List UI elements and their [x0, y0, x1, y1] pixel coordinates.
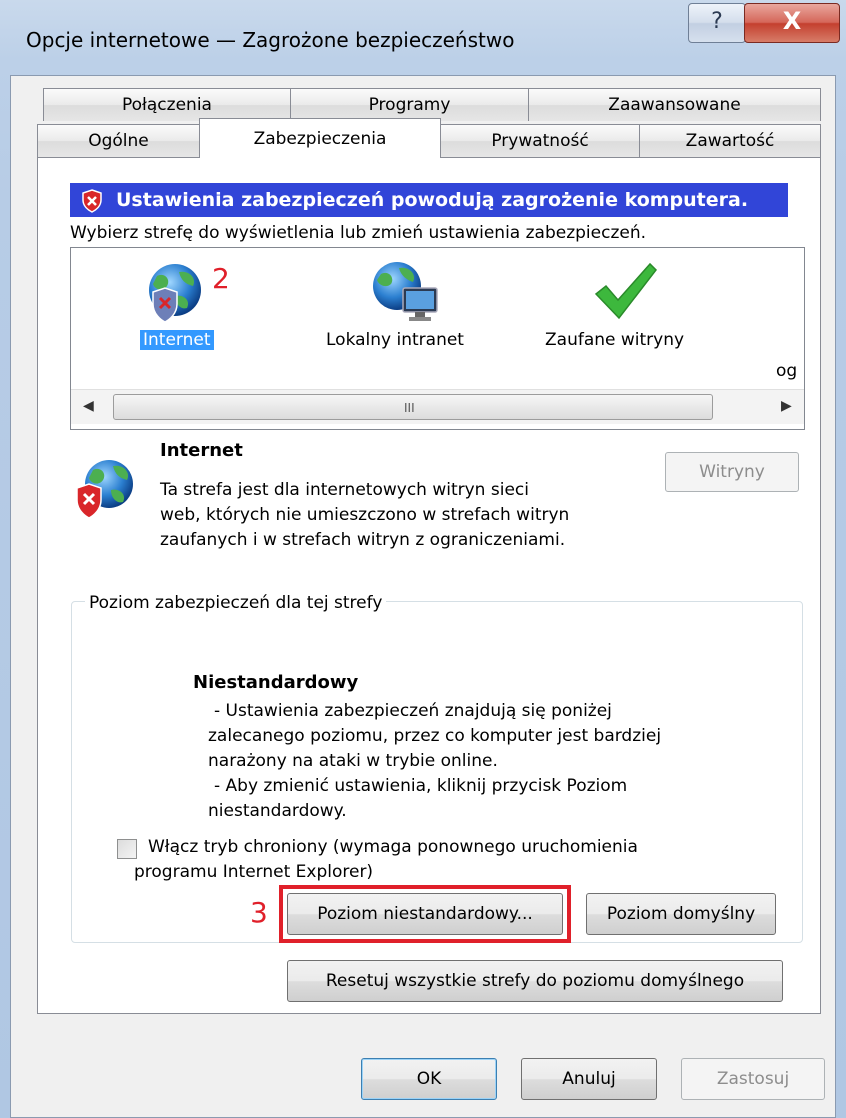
security-level-group-label: Poziom zabezpieczeń dla tej strefy: [85, 593, 387, 613]
zone-description-line-1: Ta strefa jest dla internetowych witryn …: [160, 480, 529, 500]
green-checkmark-icon: [594, 262, 657, 320]
cancel-button[interactable]: Anuluj: [521, 1058, 657, 1100]
zone-internet-label-wrap[interactable]: Internet: [140, 330, 214, 350]
zone-restricted-label-partial[interactable]: og: [776, 361, 797, 381]
zone-trusted-sites-label[interactable]: Zaufane witryny: [545, 330, 684, 350]
close-icon: X: [782, 7, 802, 35]
select-zone-label: Wybierz strefę do wyświetlenia lub zmień…: [70, 223, 647, 243]
annotation-highlight-box: [279, 885, 571, 943]
annotation-step-2: 2: [212, 262, 230, 295]
level-description-line-1: - Ustawienia zabezpieczeń znajdują się p…: [214, 701, 612, 721]
close-button[interactable]: X: [744, 3, 840, 43]
warning-text: Ustawienia zabezpieczeń powodują zagroże…: [116, 189, 749, 211]
apply-button[interactable]: Zastosuj: [681, 1058, 825, 1100]
ok-button[interactable]: OK: [361, 1058, 497, 1100]
zone-list-scrollbar[interactable]: ◀ III ▶: [71, 389, 804, 424]
level-description-line-3: narażony na ataki w trybie online.: [208, 751, 498, 771]
zone-description-line-3: zaufanych i w strefach witryn z ogranicz…: [160, 530, 566, 550]
annotation-step-3: 3: [250, 896, 268, 929]
sites-button[interactable]: Witryny: [665, 452, 799, 492]
help-button[interactable]: ?: [688, 3, 746, 43]
zone-local-intranet[interactable]: [369, 258, 441, 324]
dialog-window: Opcje internetowe — Zagrożone bezpieczeń…: [0, 0, 846, 1118]
window-title: Opcje internetowe — Zagrożone bezpieczeń…: [26, 28, 515, 52]
help-icon: ?: [711, 9, 723, 34]
scroll-grip-icon: III: [404, 401, 415, 415]
tab-prywatnosc[interactable]: Prywatność: [440, 124, 640, 157]
tab-polaczenia[interactable]: Połączenia: [43, 88, 291, 121]
zone-description-line-2: web, których nie umieszczono w strefach …: [160, 505, 570, 525]
default-level-button[interactable]: Poziom domyślny: [586, 893, 776, 935]
scroll-left-arrow-icon[interactable]: ◀: [83, 398, 94, 414]
zone-local-intranet-label[interactable]: Lokalny intranet: [326, 330, 464, 350]
security-warning-banner: Ustawienia zabezpieczeń powodują zagroże…: [70, 183, 788, 217]
tab-zawartosc[interactable]: Zawartość: [639, 124, 821, 157]
level-description-line-4: - Aby zmienić ustawienia, kliknij przyci…: [214, 776, 628, 796]
scroll-right-arrow-icon[interactable]: ▶: [781, 398, 792, 414]
zone-internet[interactable]: [135, 262, 215, 324]
shield-warning-icon: [82, 189, 102, 213]
globe-shield-icon: [76, 460, 133, 519]
tab-zabezpieczenia-label: Zabezpieczenia: [253, 129, 387, 149]
zone-trusted-sites[interactable]: [592, 258, 658, 324]
zone-title: Internet: [160, 440, 243, 461]
protected-mode-label-line-2[interactable]: programu Internet Explorer): [134, 862, 373, 882]
tab-programy[interactable]: Programy: [290, 88, 529, 121]
protected-mode-label-line-1[interactable]: Włącz tryb chroniony (wymaga ponownego u…: [148, 837, 638, 857]
globe-computer-icon: [373, 262, 438, 321]
reset-all-zones-button[interactable]: Resetuj wszystkie strefy do poziomu domy…: [287, 960, 783, 1002]
scroll-thumb[interactable]: III: [113, 394, 713, 420]
tab-zaawansowane[interactable]: Zaawansowane: [528, 88, 821, 121]
level-description-line-2: zalecanego poziomu, przez co komputer je…: [208, 726, 662, 746]
security-level-name: Niestandardowy: [193, 672, 359, 693]
zone-internet-large-icon: [75, 458, 135, 519]
tab-zabezpieczenia[interactable]: Zabezpieczenia: [199, 118, 441, 158]
title-bar[interactable]: Opcje internetowe — Zagrożone bezpieczeń…: [0, 0, 846, 75]
globe-shield-icon: [149, 264, 201, 323]
level-description-line-5: niestandardowy.: [208, 801, 347, 821]
zone-internet-label: Internet: [140, 330, 214, 350]
protected-mode-checkbox[interactable]: [117, 839, 137, 859]
tab-ogolne[interactable]: Ogólne: [37, 124, 200, 157]
